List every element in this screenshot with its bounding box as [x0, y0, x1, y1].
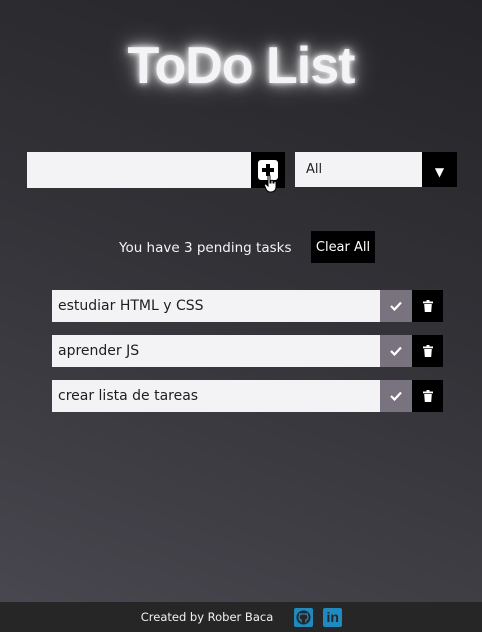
- complete-button[interactable]: [380, 380, 412, 412]
- todo-input[interactable]: [27, 152, 251, 188]
- todo-text: estudiar HTML y CSS: [52, 290, 380, 322]
- linkedin-icon[interactable]: in: [323, 607, 343, 627]
- trash-icon: [422, 300, 433, 312]
- filter-selected-value: All: [306, 162, 323, 177]
- delete-button[interactable]: [412, 290, 443, 322]
- delete-button[interactable]: [412, 335, 443, 367]
- todo-text: aprender JS: [52, 335, 380, 367]
- complete-button[interactable]: [380, 290, 412, 322]
- todo-text: crear lista de tareas: [52, 380, 380, 412]
- filter-select[interactable]: All ▼: [295, 152, 457, 187]
- todo-input-group: [27, 152, 285, 188]
- list-item: aprender JS: [52, 335, 443, 367]
- delete-button[interactable]: [412, 380, 443, 412]
- check-icon: [390, 391, 402, 401]
- pending-count-text: You have 3 pending tasks: [119, 240, 292, 256]
- footer: Created by Rober Baca in: [0, 602, 482, 632]
- clear-all-button[interactable]: Clear All: [311, 231, 375, 263]
- chevron-down-icon[interactable]: ▼: [422, 152, 457, 187]
- list-item: crear lista de tareas: [52, 380, 443, 412]
- hand-cursor-icon: [264, 175, 277, 193]
- trash-icon: [422, 390, 433, 402]
- github-icon[interactable]: [294, 607, 314, 627]
- list-item: estudiar HTML y CSS: [52, 290, 443, 322]
- check-icon: [390, 301, 402, 311]
- check-icon: [390, 346, 402, 356]
- footer-credit: Created by Rober Baca: [140, 610, 274, 624]
- page-title: ToDo List: [127, 37, 356, 95]
- trash-icon: [422, 345, 433, 357]
- complete-button[interactable]: [380, 335, 412, 367]
- todo-list: estudiar HTML y CSS aprender JS crear li…: [52, 290, 443, 425]
